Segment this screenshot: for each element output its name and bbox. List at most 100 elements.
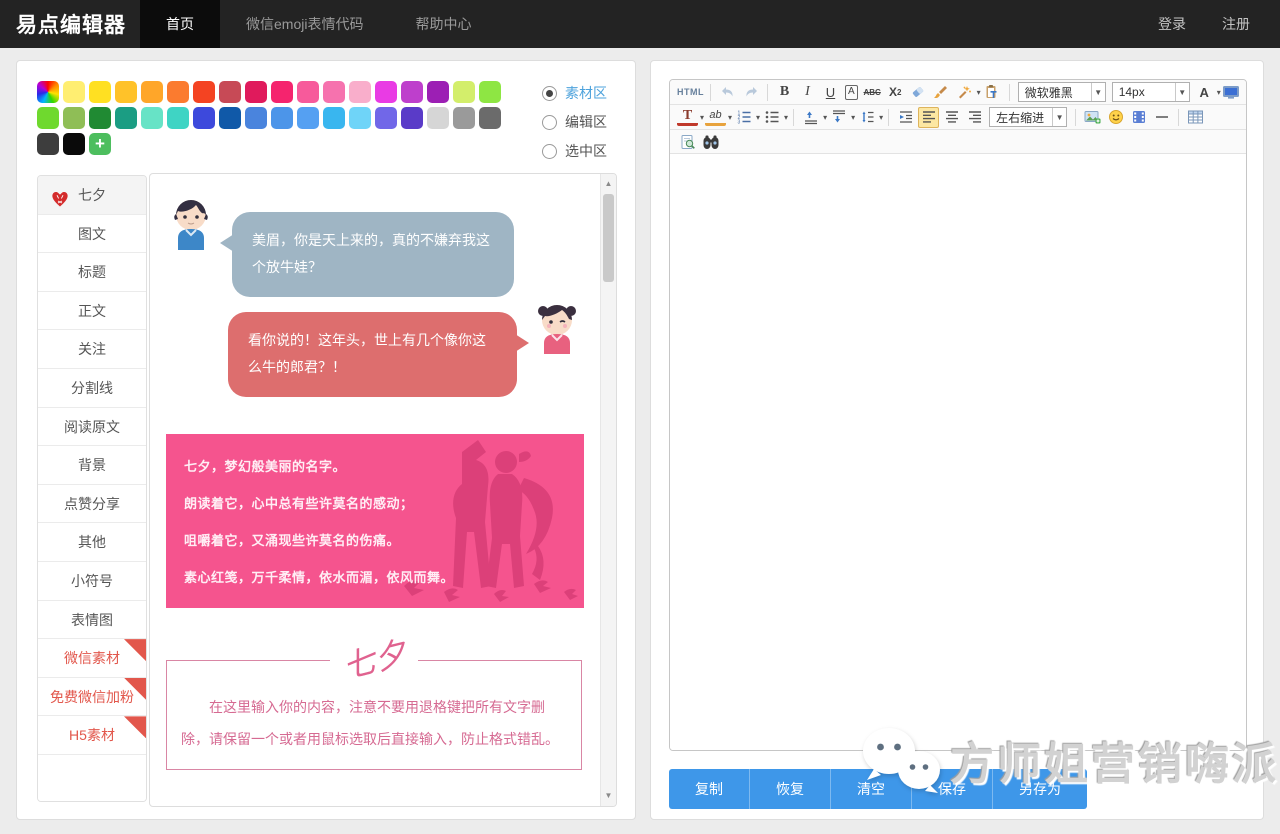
sidebar-item[interactable]: 微信素材AD — [38, 639, 146, 678]
color-swatch[interactable] — [453, 107, 475, 129]
color-swatch[interactable] — [89, 107, 111, 129]
color-swatch[interactable] — [479, 107, 501, 129]
redo-icon[interactable] — [740, 82, 761, 103]
copy-button[interactable]: 复制 — [669, 769, 750, 809]
auth-link[interactable]: 登录 — [1158, 14, 1186, 34]
color-swatch[interactable] — [193, 81, 215, 103]
insert-video-icon[interactable] — [1128, 107, 1149, 128]
color-swatch[interactable] — [89, 81, 111, 103]
superscript-button[interactable]: X2 — [885, 82, 906, 103]
magic-clean-dropdown[interactable]: ▾ — [977, 88, 981, 97]
line-height-icon[interactable] — [856, 107, 877, 128]
sidebar-item[interactable]: 关注 — [38, 330, 146, 369]
sidebar-item[interactable]: 正文 — [38, 292, 146, 331]
line-height-dropdown[interactable]: ▾ — [879, 113, 883, 122]
color-swatch[interactable] — [401, 107, 423, 129]
nav-item[interactable]: 帮助中心 — [389, 0, 497, 48]
color-swatch[interactable] — [245, 107, 267, 129]
fullscreen-monitor-icon[interactable] — [1221, 82, 1242, 103]
restore-button[interactable]: 恢复 — [750, 769, 831, 809]
preview-page-icon[interactable] — [677, 131, 698, 152]
bullet-list-dropdown[interactable]: ▾ — [784, 113, 788, 122]
auth-link[interactable]: 注册 — [1222, 14, 1250, 34]
underline-button[interactable]: U — [820, 82, 841, 103]
color-swatch[interactable] — [427, 81, 449, 103]
format-brush-icon[interactable] — [931, 82, 952, 103]
sidebar-item[interactable]: 背景 — [38, 446, 146, 485]
sidebar-item[interactable]: 阅读原文 — [38, 408, 146, 447]
paragraph-space-bottom-icon[interactable] — [828, 107, 849, 128]
sidebar-item[interactable]: 其他 — [38, 523, 146, 562]
color-swatch[interactable] — [141, 107, 163, 129]
clear-button[interactable]: 清空 — [831, 769, 912, 809]
horizontal-rule-icon[interactable] — [1151, 107, 1172, 128]
font-size-select[interactable]: 14px▼ — [1112, 82, 1190, 102]
save-button[interactable]: 保存 — [912, 769, 993, 809]
color-swatch[interactable] — [193, 107, 215, 129]
color-swatch[interactable] — [219, 107, 241, 129]
area-radio[interactable]: 编辑区 — [542, 112, 607, 132]
scroll-up-arrow[interactable]: ▲ — [601, 176, 616, 192]
align-left-button[interactable] — [918, 107, 939, 128]
color-swatch[interactable] — [271, 107, 293, 129]
color-swatch[interactable] — [37, 107, 59, 129]
highlight-color-button[interactable]: ab — [705, 109, 726, 126]
color-swatch[interactable] — [63, 107, 85, 129]
magic-clean-icon[interactable] — [954, 82, 975, 103]
color-swatch[interactable] — [37, 133, 59, 155]
add-color-button[interactable]: + — [89, 133, 111, 155]
color-swatch[interactable] — [245, 81, 267, 103]
find-replace-icon[interactable] — [700, 131, 721, 152]
color-swatch[interactable] — [427, 107, 449, 129]
strikethrough-button[interactable]: ABC — [862, 82, 883, 103]
scroll-down-arrow[interactable]: ▼ — [601, 788, 616, 804]
emoji-icon[interactable] — [1105, 107, 1126, 128]
italic-button[interactable]: I — [797, 82, 818, 103]
color-swatch[interactable] — [323, 81, 345, 103]
space-bottom-dropdown[interactable]: ▾ — [851, 113, 855, 122]
indent-icon[interactable] — [895, 107, 916, 128]
align-right-button[interactable] — [964, 107, 985, 128]
save-as-button[interactable]: 另存为 — [993, 769, 1087, 809]
color-swatch[interactable] — [349, 81, 371, 103]
ordered-list-dropdown[interactable]: ▾ — [756, 113, 760, 122]
paste-text-icon[interactable] — [982, 82, 1003, 103]
color-swatch[interactable] — [167, 81, 189, 103]
color-swatch[interactable] — [297, 81, 319, 103]
insert-table-icon[interactable] — [1185, 107, 1206, 128]
rainbow-swatch[interactable] — [37, 81, 59, 103]
sidebar-item[interactable]: 免费微信加粉AD — [38, 678, 146, 717]
text-color-button[interactable]: T — [677, 109, 698, 126]
color-swatch[interactable] — [375, 81, 397, 103]
preview-scrollbar[interactable]: ▲ ▼ — [600, 174, 616, 806]
color-swatch[interactable] — [453, 81, 475, 103]
radio-dot[interactable] — [542, 115, 557, 130]
bullet-list-icon[interactable] — [761, 107, 782, 128]
editor-content-area[interactable] — [670, 154, 1246, 750]
radio-dot[interactable] — [542, 144, 557, 159]
indent-mode-select[interactable]: 左右缩进▼ — [989, 107, 1067, 127]
ordered-list-icon[interactable]: 123 — [733, 107, 754, 128]
area-radio[interactable]: 选中区 — [542, 141, 607, 161]
sidebar-item[interactable]: 表情图 — [38, 601, 146, 640]
color-swatch[interactable] — [141, 81, 163, 103]
undo-icon[interactable] — [717, 82, 738, 103]
nav-item[interactable]: 首页 — [140, 0, 220, 48]
paragraph-space-top-icon[interactable] — [800, 107, 821, 128]
color-swatch[interactable] — [167, 107, 189, 129]
sidebar-item[interactable]: H5素材AD — [38, 716, 146, 755]
bold-button[interactable]: B — [774, 82, 795, 103]
color-swatch[interactable] — [297, 107, 319, 129]
insert-image-icon[interactable] — [1082, 107, 1103, 128]
space-top-dropdown[interactable]: ▾ — [823, 113, 827, 122]
nav-item[interactable]: 微信emoji表情代码 — [220, 0, 389, 48]
text-color-dropdown[interactable]: ▾ — [700, 113, 704, 122]
scroll-thumb[interactable] — [603, 194, 614, 282]
sidebar-item[interactable]: 小符号 — [38, 562, 146, 601]
color-swatch[interactable] — [115, 107, 137, 129]
highlight-dropdown[interactable]: ▾ — [728, 113, 732, 122]
sidebar-item[interactable]: 图文 — [38, 215, 146, 254]
color-swatch[interactable] — [479, 81, 501, 103]
sidebar-item[interactable]: 分割线 — [38, 369, 146, 408]
color-swatch[interactable] — [115, 81, 137, 103]
